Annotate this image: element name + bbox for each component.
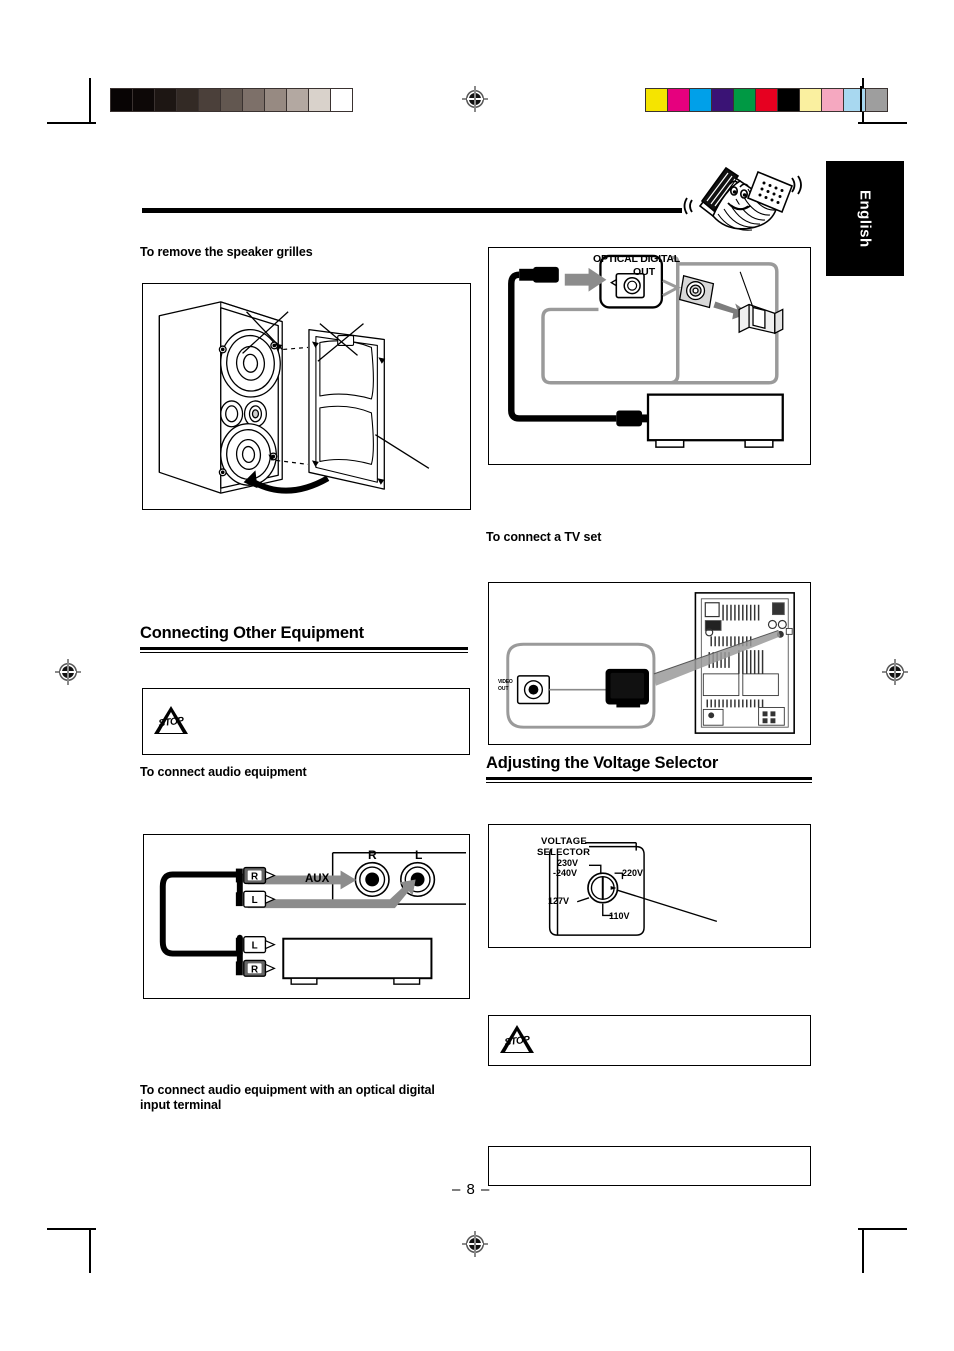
- language-tab-label: English: [856, 189, 874, 248]
- figure-aux-audio-connection: R L L R R L AUX: [143, 834, 470, 999]
- crop-mark-tr-h: [858, 122, 907, 124]
- stop-caution-icon: STOP: [154, 706, 188, 736]
- svg-text:L: L: [252, 895, 258, 906]
- svg-text:R: R: [251, 964, 258, 975]
- heading-connect-tv-set: To connect a TV set: [486, 530, 602, 544]
- color-swatch: [844, 89, 866, 111]
- gray-swatch: [309, 89, 331, 111]
- stop-caution-icon-voltage: STOP: [500, 1025, 534, 1055]
- color-swatch: [734, 89, 756, 111]
- optical-digital-out-label-line2: OUT: [633, 266, 656, 278]
- color-swatch: [822, 89, 844, 111]
- color-swatch: [866, 89, 887, 111]
- heading-connect-optical-digital: To connect audio equipment with an optic…: [140, 1083, 435, 1112]
- section-heading-connecting-other-equipment: Connecting Other Equipment: [140, 624, 364, 642]
- page-header-rule: [142, 208, 682, 213]
- color-swatch: [690, 89, 712, 111]
- section-rule-voltage-thick: [486, 777, 812, 780]
- gray-swatch: [199, 89, 221, 111]
- optical-digital-out-label-line1: OPTICAL DIGITAL: [593, 253, 681, 265]
- color-calibration-bars: [645, 88, 888, 112]
- accordion-mascot-icon: [682, 156, 802, 246]
- registration-mark-top: [462, 86, 488, 112]
- gray-swatch: [111, 89, 133, 111]
- caution-box-connecting: STOP: [142, 688, 470, 755]
- figure-voltage-selector: VOLTAGE SELECTOR 230V -240V 220V 127V 11…: [488, 824, 811, 948]
- gray-swatch: [155, 89, 177, 111]
- svg-text:R: R: [251, 871, 258, 882]
- page-number: – 8 –: [452, 1181, 491, 1198]
- heading-connect-audio-equipment: To connect audio equipment: [140, 765, 307, 779]
- svg-text:L: L: [252, 941, 258, 952]
- color-swatch: [712, 89, 734, 111]
- gray-swatch: [287, 89, 309, 111]
- gray-swatch: [265, 89, 287, 111]
- color-swatch: [668, 89, 690, 111]
- figure-optical-digital-connection: OPTICAL DIGITAL OUT: [488, 247, 811, 465]
- video-out-label-line2: OUT: [498, 686, 509, 692]
- voltage-option-220v: 220V: [622, 868, 644, 878]
- registration-mark-left: [55, 659, 81, 685]
- aux-jack-label-r: R: [368, 848, 377, 862]
- gray-swatch: [243, 89, 265, 111]
- section-rule-connecting-thin: [140, 652, 468, 654]
- gray-swatch: [133, 89, 155, 111]
- crop-mark-tl-v: [89, 78, 91, 123]
- gray-swatch: [221, 89, 243, 111]
- aux-label: AUX: [305, 873, 330, 885]
- voltage-option-230v: 230V: [557, 858, 579, 868]
- color-swatch: [800, 89, 822, 111]
- video-out-label-line1: VIDEO: [498, 679, 513, 685]
- crop-mark-br-h: [858, 1228, 907, 1230]
- aux-jack-label-l: L: [415, 848, 423, 862]
- crop-mark-bl-v: [89, 1228, 91, 1273]
- calibration-end-rule: [860, 86, 862, 112]
- heading-remove-speaker-grilles: To remove the speaker grilles: [140, 245, 313, 259]
- caution-box-voltage: STOP: [488, 1015, 811, 1066]
- figure-speaker-grille-removal: [142, 283, 471, 510]
- color-swatch: [778, 89, 800, 111]
- color-swatch: [756, 89, 778, 111]
- voltage-option-240v: -240V: [553, 868, 578, 878]
- voltage-selector-title-line2: SELECTOR: [537, 847, 591, 858]
- gray-swatch: [331, 89, 352, 111]
- section-heading-adjusting-voltage-selector: Adjusting the Voltage Selector: [486, 754, 719, 772]
- section-rule-voltage-thin: [486, 782, 812, 784]
- crop-mark-br-v: [862, 1228, 864, 1273]
- color-swatch: [646, 89, 668, 111]
- figure-tv-connection: VIDEO OUT: [488, 582, 811, 745]
- gray-swatch: [177, 89, 199, 111]
- registration-mark-bottom: [462, 1231, 488, 1257]
- voltage-selector-title-line1: VOLTAGE: [541, 836, 587, 847]
- note-box-bottom: [488, 1146, 811, 1186]
- language-tab-english: English: [826, 161, 904, 276]
- grayscale-calibration-wedge: [110, 88, 353, 112]
- registration-mark-right: [882, 659, 908, 685]
- voltage-option-127v: 127V: [548, 896, 570, 906]
- section-rule-connecting-thick: [140, 647, 468, 650]
- voltage-option-110v: 110V: [609, 911, 630, 921]
